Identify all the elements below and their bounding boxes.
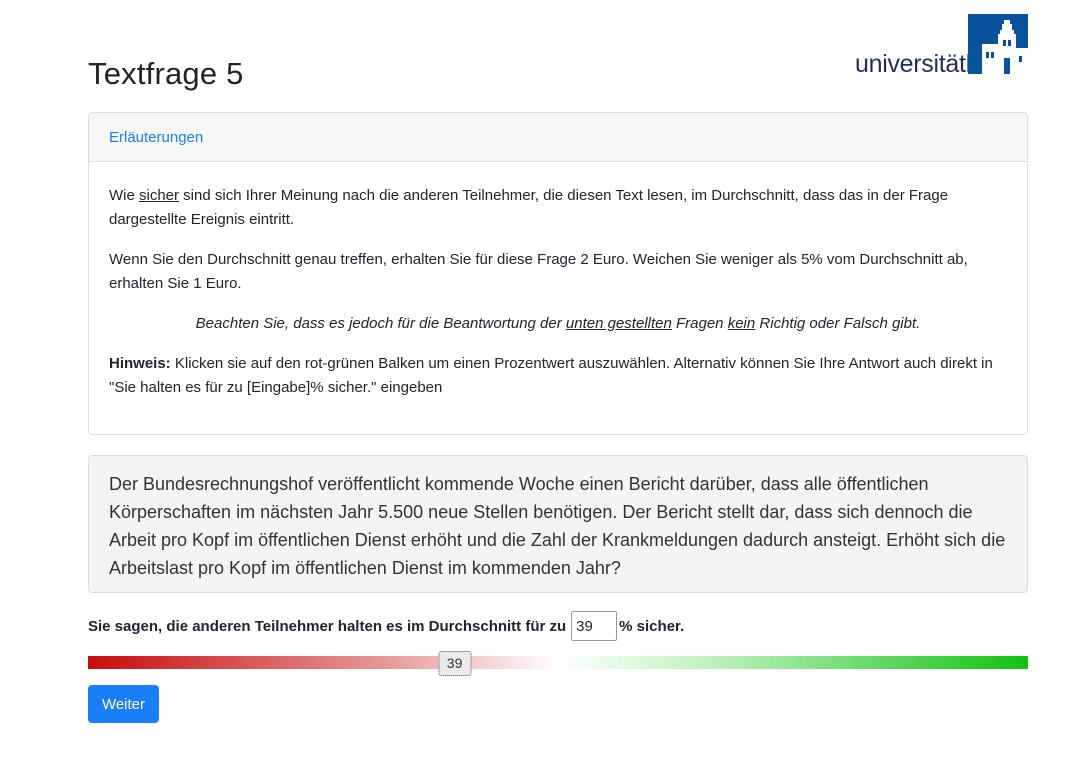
answer-prefix: Sie sagen, die anderen Teilnehmer halten… <box>88 617 567 635</box>
explanation-card-body: Wie sicher sind sich Ihrer Meinung nach … <box>89 162 1027 400</box>
university-logo: universitätbonn <box>855 14 1030 78</box>
text-segment: Fragen <box>671 315 728 332</box>
text-segment: Beachten Sie, dass es jedoch für die Bea… <box>195 315 566 332</box>
explanation-card: Erläuterungen Wie sicher sind sich Ihrer… <box>88 112 1028 435</box>
text-segment: Wie <box>109 187 139 204</box>
emphasis-underlined: sicher <box>139 187 180 204</box>
text-segment: sind sich Ihrer Meinung nach die anderen… <box>109 187 949 228</box>
answer-suffix: % sicher. <box>619 617 685 635</box>
slider-handle[interactable]: 39 <box>438 651 472 676</box>
explanation-paragraph-2: Wenn Sie den Durchschnitt genau treffen,… <box>109 251 968 292</box>
next-button[interactable]: Weiter <box>88 685 159 723</box>
hint-label: Hinweis: <box>109 355 171 372</box>
certainty-slider-track[interactable] <box>88 656 1028 669</box>
explanation-paragraph-1: Wie sicher sind sich Ihrer Meinung nach … <box>109 184 1007 232</box>
explanation-card-header: Erläuterungen <box>89 113 1027 162</box>
emphasis-underlined: kein <box>727 315 756 332</box>
answer-line: Sie sagen, die anderen Teilnehmer halten… <box>88 611 684 641</box>
page: Textfrage 5 universitätbonn <box>0 0 1068 767</box>
explanation-hint: Hinweis: Klicken sie auf den rot-grünen … <box>109 352 1007 400</box>
logo-text-regular: universität <box>855 50 966 78</box>
hint-text: Klicken sie auf den rot-grünen Balken um… <box>109 355 993 396</box>
university-building-icon <box>968 14 1028 74</box>
explanation-toggle-link[interactable]: Erläuterungen <box>109 129 203 146</box>
question-box: Der Bundesrechnungshof veröffentlicht ko… <box>88 455 1028 593</box>
emphasis-underlined: unten gestellten <box>565 315 672 332</box>
text-segment: Richtig oder Falsch gibt. <box>755 315 921 332</box>
page-title: Textfrage 5 <box>88 56 244 91</box>
percentage-input[interactable] <box>571 611 618 641</box>
explanation-note: Beachten Sie, dass es jedoch für die Bea… <box>109 312 1007 336</box>
